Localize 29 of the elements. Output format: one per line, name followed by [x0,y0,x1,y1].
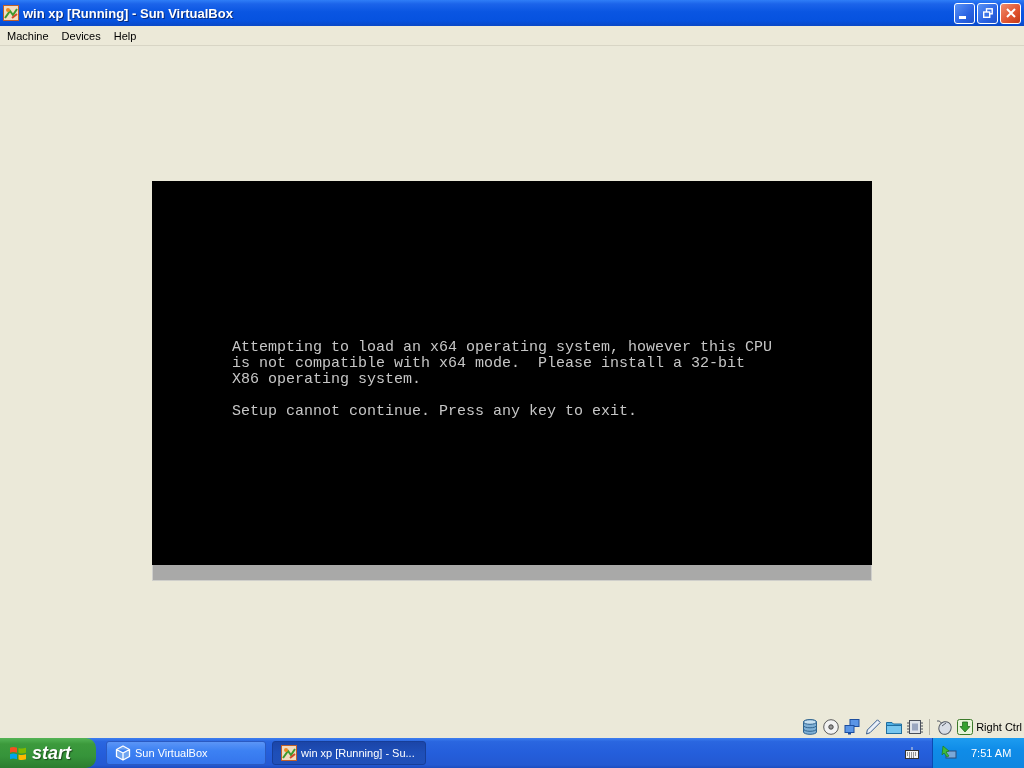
mouse-icon[interactable] [936,719,953,735]
down-arrow-icon[interactable] [957,719,974,735]
host-key-label: Right Ctrl [976,721,1022,733]
clock[interactable]: 7:51 AM [971,747,1012,759]
network-icon[interactable] [844,719,861,735]
keyboard-icon[interactable] [905,747,919,759]
console-message: Attempting to load an x64 operating system, however this CPU is not compatible with x64 mode. Please install a 32-bit X86 operating system. [232,340,773,388]
restore-button[interactable] [977,2,998,24]
disc-icon[interactable] [823,719,840,735]
menu-item[interactable]: Devices [56,27,106,44]
flag-icon [9,745,27,761]
menu-item[interactable]: Machine [2,27,54,44]
start-button[interactable]: start [0,738,96,768]
console-message: Setup cannot continue. Press any key to exit. [232,404,638,420]
close-icon [1005,8,1016,18]
minimize-icon [959,15,966,19]
chip-icon[interactable] [907,719,924,735]
window-title: win xp [Running] - Sun VirtualBox [23,5,233,21]
minimize-button[interactable] [954,2,975,24]
taskbar-button[interactable]: Sun VirtualBox [106,741,266,765]
close-button[interactable] [1000,2,1021,24]
picture-tile-icon [281,745,297,761]
menu-item[interactable]: Help [108,27,142,44]
taskbar-button[interactable]: win xp [Running] - Su... [272,741,426,765]
picture-tile-icon [3,5,19,21]
cube-icon [115,745,131,761]
folder-icon[interactable] [886,719,903,735]
restore-icon [982,8,993,18]
pen-icon[interactable] [865,719,882,735]
